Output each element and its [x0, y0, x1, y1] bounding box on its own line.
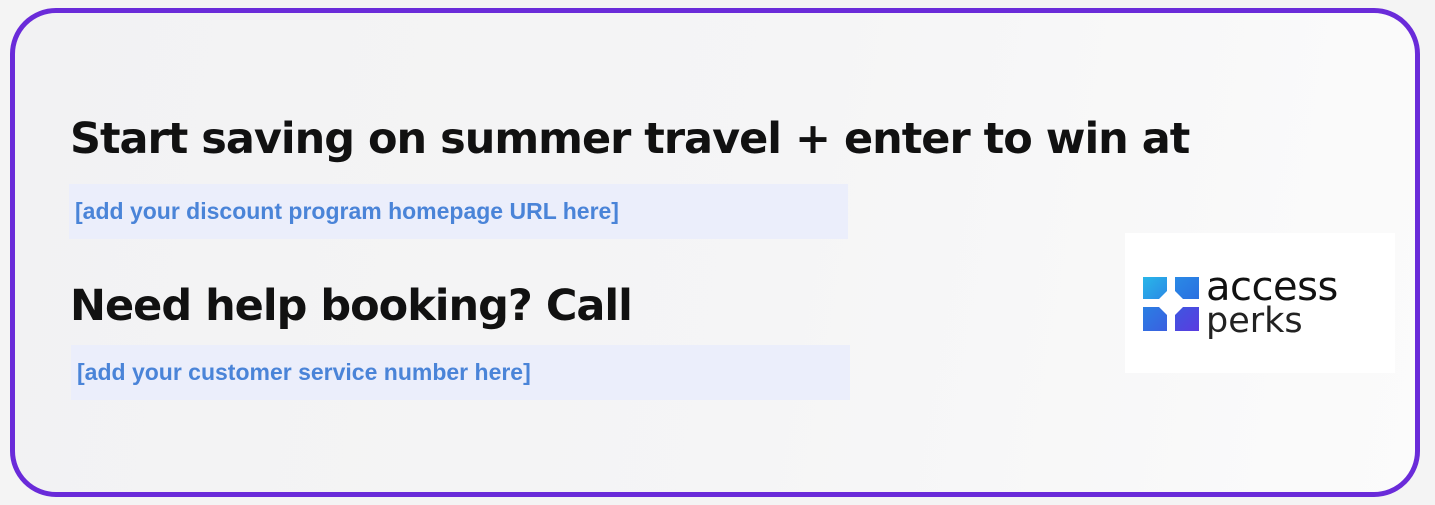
logo-wordmark: access perks	[1206, 263, 1338, 342]
access-perks-logo-icon	[1143, 277, 1199, 331]
access-perks-logo: access perks	[1125, 233, 1395, 373]
promo-card: Start saving on summer travel + enter to…	[10, 8, 1420, 497]
logo-word-perks: perks	[1206, 301, 1303, 342]
phone-placeholder-field[interactable]: [add your customer service number here]	[71, 345, 850, 400]
headline-travel: Start saving on summer travel + enter to…	[70, 114, 1190, 164]
logo-word-access: access	[1206, 263, 1338, 310]
url-placeholder-field[interactable]: [add your discount program homepage URL …	[69, 184, 848, 239]
headline-help: Need help booking? Call	[70, 281, 633, 331]
